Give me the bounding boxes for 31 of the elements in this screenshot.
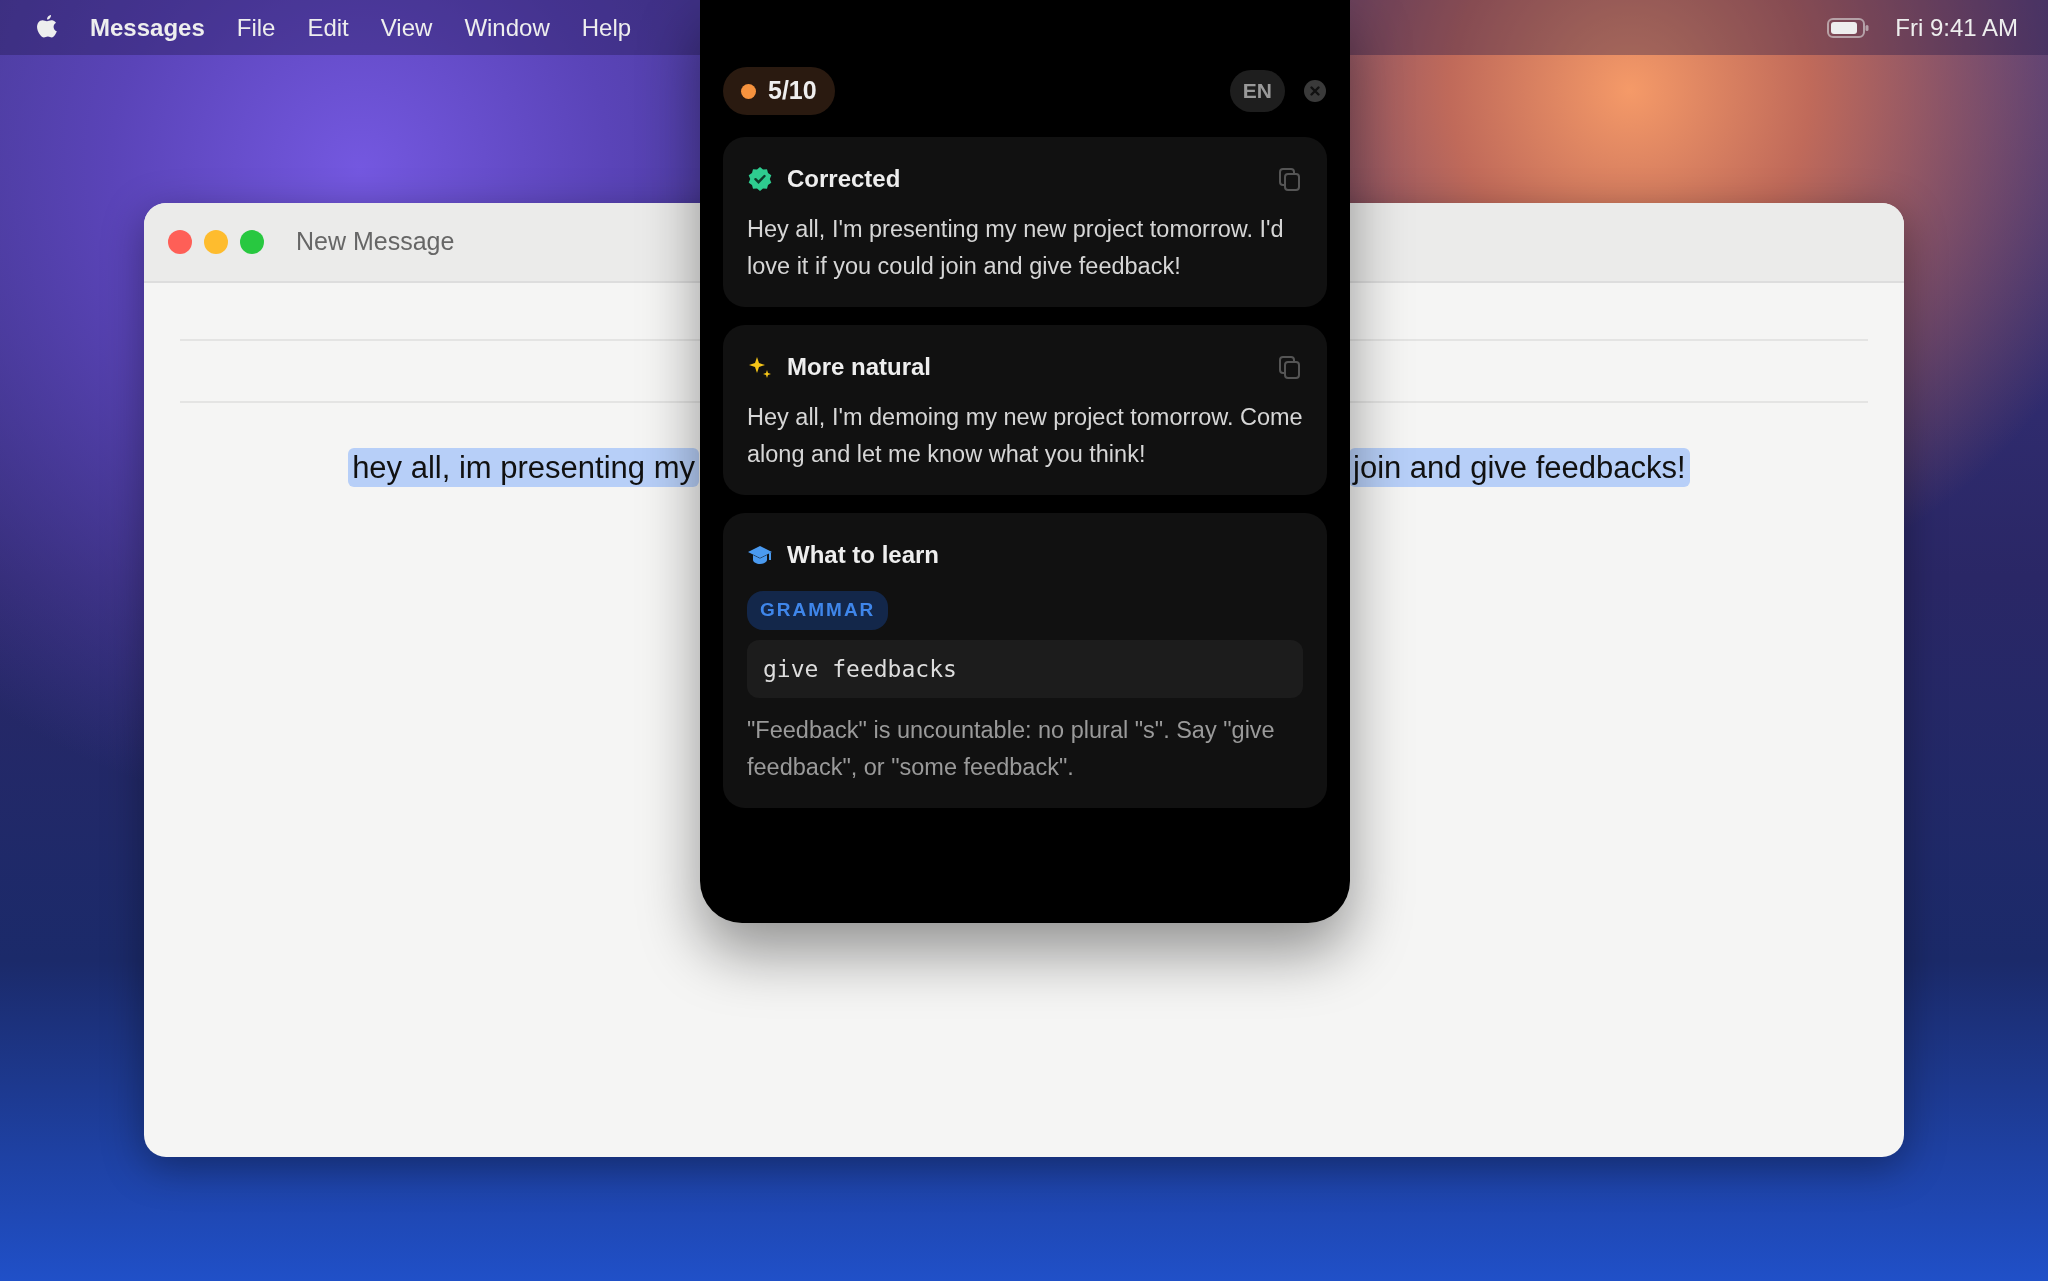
message-text: join and give feedbacks! — [1349, 448, 1690, 487]
copy-button[interactable] — [1277, 166, 1303, 192]
card-title: What to learn — [787, 540, 939, 570]
card-title: Corrected — [787, 164, 901, 194]
menu-item[interactable]: Edit — [307, 9, 349, 46]
clock[interactable]: Fri 9:41 AM — [1895, 9, 2018, 46]
code-snippet: give feedbacks — [747, 639, 1303, 698]
category-tag: GRAMMAR — [747, 591, 889, 630]
menu-item[interactable]: Window — [464, 9, 550, 46]
zoom-button[interactable] — [240, 230, 264, 254]
menu-item[interactable]: View — [380, 9, 433, 46]
close-button[interactable] — [168, 230, 192, 254]
suggestion-text: Hey all, I'm presenting my new project tomorrow. I'd love it if you could join and give feedback! — [747, 215, 1285, 281]
message-text: hey all, im presenting my — [348, 448, 699, 487]
close-icon — [1303, 79, 1327, 103]
check-badge-icon — [747, 166, 773, 192]
suggestion-text: Hey all, I'm demoing my new project tomorrow. Come along and let me know what you think! — [747, 403, 1303, 469]
battery-icon[interactable] — [1827, 17, 1870, 38]
copy-icon — [1277, 166, 1303, 192]
card-title: More natural — [787, 352, 932, 382]
close-button[interactable] — [1303, 79, 1327, 103]
menu-item[interactable]: Help — [581, 9, 632, 46]
menu-item[interactable]: File — [236, 9, 276, 46]
app-menu[interactable]: Messages — [90, 9, 205, 46]
explanation-text: "Feedback" is uncountable: no plural "s". Say "give feedback", or "some feedback". — [747, 716, 1276, 782]
language-button[interactable]: EN — [1229, 70, 1285, 112]
copy-icon — [1277, 354, 1303, 380]
copy-button[interactable] — [1277, 354, 1303, 380]
minimize-button[interactable] — [204, 230, 228, 254]
window-title: New Message — [296, 226, 455, 258]
score-text: 5/10 — [768, 75, 817, 107]
